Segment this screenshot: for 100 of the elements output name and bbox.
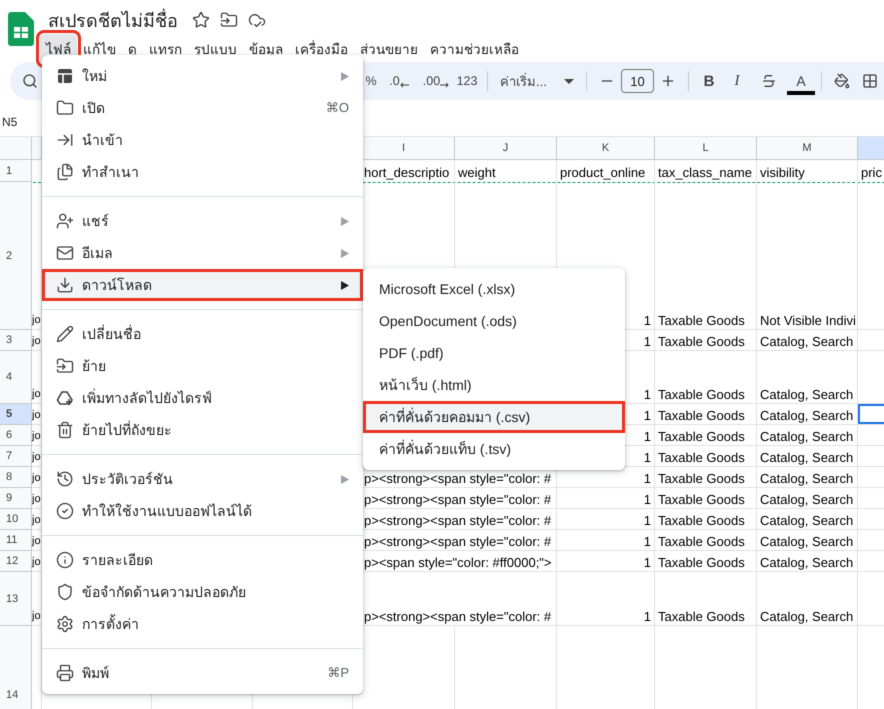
caret-icon [564, 78, 574, 84]
cell-text: Taxable Goods [658, 492, 745, 507]
document-title[interactable]: สเปรดชีตไม่มีชื่อ [40, 6, 178, 34]
cell-text: Catalog, Search [760, 534, 854, 549]
folder-arrow-icon[interactable] [220, 11, 238, 29]
format-button[interactable]: 123 [453, 67, 481, 95]
menu-item[interactable]: เพิ่มทางลัดไปยังไดรฟ์ [42, 382, 363, 414]
cell-text: pric [861, 165, 882, 180]
row-header[interactable]: 9 [0, 488, 32, 509]
folder-icon [56, 99, 74, 117]
row-header[interactable]: 1 [0, 160, 32, 182]
row-header[interactable]: 13 [0, 572, 32, 626]
menu-item[interactable]: ค่าที่คั่นด้วยแท็บ (.tsv) [363, 433, 625, 465]
style-button[interactable]: B [695, 67, 723, 95]
cell-text: 1 [644, 408, 651, 423]
text-color-button[interactable]: A [787, 67, 815, 95]
cell-text: 1 [644, 429, 651, 444]
cell-text: Taxable Goods [658, 429, 745, 444]
cell-text: Catalog, Search [760, 334, 854, 349]
folder-arrow-icon [56, 357, 74, 375]
pencil-icon [56, 325, 74, 343]
cell-text: 1 [644, 387, 651, 402]
cell-text: jo [32, 492, 41, 507]
row-header[interactable]: 6 [0, 425, 32, 446]
paint-bucket-icon[interactable] [834, 73, 850, 89]
row-header[interactable]: 14 [0, 626, 32, 709]
row-header[interactable]: 11 [0, 530, 32, 551]
cell-text: jo [32, 313, 41, 328]
cell-text: jo [32, 513, 41, 528]
cell-text: p><strong><span style="color: # [364, 534, 552, 549]
menu-item[interactable]: Microsoft Excel (.xlsx) [363, 273, 625, 305]
cell-text: Taxable Goods [658, 513, 745, 528]
menu-item[interactable]: ย้าย [42, 350, 363, 382]
menu-item[interactable]: อีเมล [42, 237, 363, 269]
row-header[interactable]: 4 [0, 351, 32, 404]
circle-check-icon [56, 502, 74, 520]
plus-icon[interactable] [660, 73, 676, 89]
cell-text: 1 [644, 334, 651, 349]
name-box[interactable]: N5 [0, 115, 18, 129]
shortcut-text: ⌘O [326, 100, 349, 116]
cell-text: jo [32, 555, 41, 570]
cell-text: jo [32, 450, 41, 465]
format-button[interactable]: .0 [385, 67, 413, 95]
row-header[interactable]: 5 [0, 404, 32, 425]
right-arrow-icon [440, 82, 450, 88]
font-dropdown[interactable]: ค่าเริ่ม... [494, 67, 580, 95]
table-icon [56, 67, 74, 85]
menu-item[interactable]: เปลี่ยนชื่อ [42, 318, 363, 350]
row-header[interactable]: 8 [0, 467, 32, 488]
menu-item[interactable]: เปิด ⌘O [42, 92, 363, 124]
menu-item[interactable]: แชร์ [42, 205, 363, 237]
app-logo[interactable] [8, 12, 34, 46]
menu-item[interactable]: ย้ายไปที่ถังขยะ [42, 414, 363, 446]
menu-item[interactable]: ค่าที่คั่นด้วยคอมมา (.csv) [363, 401, 625, 433]
shortcut-text: ⌘P [327, 665, 349, 681]
cell-text: jo [32, 471, 41, 486]
left-arrow-icon [400, 82, 409, 88]
copy-icon [56, 163, 74, 181]
menu-item[interactable]: การตั้งค่า [42, 608, 363, 640]
cell-text: 1 [644, 555, 651, 570]
cell-text: Taxable Goods [658, 534, 745, 549]
column-header[interactable]: M [757, 137, 858, 160]
menu-item[interactable]: ข้อจำกัดด้านความปลอดภัย [42, 576, 363, 608]
row-header[interactable]: 3 [0, 330, 32, 351]
menu-item[interactable]: หน้าเว็บ (.html) [363, 369, 625, 401]
cell-text: 1 [644, 513, 651, 528]
download-icon [56, 276, 74, 294]
menu-bar-item[interactable]: ความช่วยเหลือ [424, 34, 525, 64]
row-header[interactable]: 10 [0, 509, 32, 530]
star-icon[interactable] [192, 11, 210, 29]
row-header[interactable]: 2 [0, 182, 32, 330]
trash-icon [56, 421, 74, 439]
cell-text: Catalog, Search [760, 408, 854, 423]
column-header[interactable]: L [655, 137, 757, 160]
style-button[interactable]: I [723, 67, 751, 95]
row-header[interactable]: 7 [0, 446, 32, 467]
cell-text: Catalog, Search [760, 471, 854, 486]
strikethrough-icon[interactable] [761, 73, 777, 89]
menu-item[interactable]: ทำให้ใช้งานแบบออฟไลน์ได้ [42, 495, 363, 527]
menu-item[interactable]: ดาวน์โหลด [42, 269, 363, 301]
search-icon[interactable] [22, 72, 38, 90]
column-header[interactable]: J [455, 137, 557, 160]
row-header[interactable]: 12 [0, 551, 32, 572]
font-size-field[interactable]: 10 [621, 69, 654, 93]
menu-item[interactable]: รายละเอียด [42, 544, 363, 576]
cell-text: p><strong><span style="color: # [364, 471, 552, 486]
menu-item[interactable]: OpenDocument (.ods) [363, 305, 625, 337]
cell-text: p><strong><span style="color: # [364, 492, 552, 507]
cell-text: Taxable Goods [658, 334, 745, 349]
cell-text: p><span style="color: #ff0000;"> [364, 555, 552, 570]
cell-text: 1 [644, 492, 651, 507]
cell-text: Catalog, Search [760, 492, 854, 507]
column-header[interactable]: K [557, 137, 655, 160]
borders-icon[interactable] [862, 73, 878, 89]
format-button[interactable]: .00 [419, 67, 453, 95]
cell-text: Catalog, Search [760, 513, 854, 528]
cloud-check-icon[interactable] [248, 11, 266, 29]
menu-item[interactable]: พิมพ์ ⌘P [42, 657, 363, 689]
menu-item[interactable]: PDF (.pdf) [363, 337, 625, 369]
menu-item[interactable]: ประวัติเวอร์ชัน [42, 463, 363, 495]
